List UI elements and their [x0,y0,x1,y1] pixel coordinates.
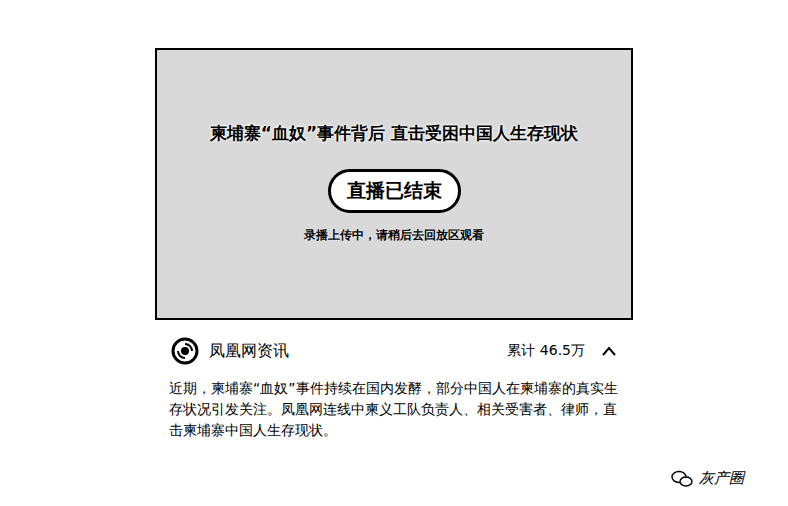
channel-row: 凤凰网资讯 累计 46.5万 [155,320,633,368]
view-count: 累计 46.5万 [507,342,585,360]
description: 近期，柬埔寨“血奴”事件持续在国内发酵，部分中国人在柬埔寨的真实生存状况引发关注… [155,378,633,441]
video-title: 柬埔寨“血奴”事件背后 直击受困中国人生存现状 [210,122,578,145]
watermark-text: 灰产圈 [699,469,744,488]
live-card: 柬埔寨“血奴”事件背后 直击受困中国人生存现状直播已结束录播上传中，请稍后去回放… [155,48,633,506]
video-player[interactable]: 柬埔寨“血奴”事件背后 直击受困中国人生存现状直播已结束录播上传中，请稍后去回放… [155,48,633,320]
wechat-icon [671,470,693,488]
watermark: 灰产圈 [671,469,744,488]
live-status-badge: 直播已结束 [328,169,461,213]
replay-notice: 录播上传中，请稍后去回放区观看 [304,227,484,244]
channel-name[interactable]: 凤凰网资讯 [209,341,289,362]
phoenix-logo-icon [171,337,199,365]
page: 柬埔寨“血奴”事件背后 直击受困中国人生存现状直播已结束录播上传中，请稍后去回放… [0,0,788,506]
collapse-chevron-icon[interactable] [601,345,617,357]
